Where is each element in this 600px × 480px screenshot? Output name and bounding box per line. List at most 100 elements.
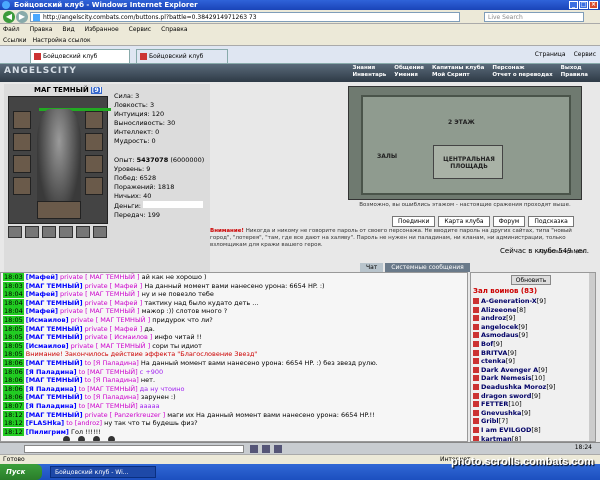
- tools-menu[interactable]: Сервис: [574, 50, 596, 60]
- menu-favorites[interactable]: Избранное: [85, 24, 119, 35]
- forward-button[interactable]: ▶: [16, 11, 28, 23]
- clear-icon[interactable]: [262, 445, 270, 453]
- effect-icon[interactable]: [25, 226, 39, 238]
- user-name[interactable]: A-Generation-X: [481, 297, 537, 305]
- user-row[interactable]: BRITVA[9]: [471, 349, 595, 358]
- map-central-square[interactable]: ЦЕНТРАЛЬНАЯ ПЛОЩАДЬ: [433, 145, 503, 179]
- chat-nick[interactable]: [МАГ ТЕМНЫЙ]: [26, 411, 83, 419]
- chat-nick[interactable]: [МАГ ТЕМНЫЙ]: [26, 376, 83, 384]
- taskbar-item-ie[interactable]: Бойцовский клуб - Wi...: [50, 466, 156, 478]
- chat-recipient[interactable]: private [ МАГ ТЕМНЫЙ ]: [71, 342, 151, 350]
- chat-recipient[interactable]: private [ МАГ ТЕМНЫЙ ]: [71, 316, 151, 324]
- chat-nick[interactable]: [МАГ ТЕМНЫЙ]: [26, 282, 83, 290]
- user-name[interactable]: I am EVILGOD: [481, 426, 531, 434]
- user-row[interactable]: Bof[9]: [471, 340, 595, 349]
- links-settings[interactable]: Настройка ссылок: [33, 35, 91, 45]
- chat-message-input[interactable]: [24, 445, 244, 453]
- chat-nick[interactable]: [МАГ ТЕМНЫЙ]: [26, 333, 83, 341]
- chat-nick[interactable]: [Исмаилов]: [26, 316, 69, 324]
- user-name[interactable]: Gnevushka: [481, 409, 521, 417]
- chat-recipient[interactable]: private [ Мафей ]: [85, 282, 143, 290]
- minimize-button[interactable]: _: [569, 1, 578, 9]
- effect-icon[interactable]: [93, 226, 107, 238]
- equipment-slot[interactable]: [13, 133, 31, 151]
- chat-nick[interactable]: [МАГ ТЕМНЫЙ]: [26, 299, 83, 307]
- chat-nick[interactable]: [Мафей]: [26, 290, 58, 298]
- refresh-button[interactable]: Обновить: [511, 275, 551, 285]
- user-name[interactable]: kartman: [481, 435, 512, 442]
- forum-button[interactable]: Форум: [492, 216, 526, 227]
- chat-nick[interactable]: [Я Паладина]: [26, 385, 77, 393]
- user-row[interactable]: angelocek[9]: [471, 323, 595, 332]
- effect-icon[interactable]: [42, 226, 56, 238]
- user-row[interactable]: Gnevushka[9]: [471, 409, 595, 418]
- equipment-slot[interactable]: [13, 177, 31, 195]
- user-row[interactable]: Dark Nemesis[10]: [471, 374, 595, 383]
- live-search-input[interactable]: Live Search: [484, 12, 584, 22]
- user-row[interactable]: kartman[8]: [471, 435, 595, 442]
- page-menu[interactable]: Страница: [535, 50, 566, 60]
- tab-combats-1[interactable]: Бойцовский клуб: [30, 49, 130, 63]
- user-row[interactable]: I am EVILGOD[8]: [471, 426, 595, 435]
- user-row[interactable]: Alizeeone[8]: [471, 306, 595, 315]
- character-avatar[interactable]: [8, 96, 111, 224]
- user-list-scrollbar[interactable]: [589, 273, 595, 441]
- chat-nick[interactable]: [МАГ ТЕМНЫЙ]: [26, 393, 83, 401]
- chat-recipient[interactable]: private [ Мафей ]: [85, 299, 143, 307]
- chat-recipient[interactable]: to [androz]: [66, 419, 102, 427]
- user-row[interactable]: Deadushka Moroz[9]: [471, 383, 595, 392]
- tab-chat[interactable]: Чат: [360, 263, 384, 272]
- chat-recipient[interactable]: private [ МАГ ТЕМНЫЙ ]: [60, 290, 140, 298]
- user-name[interactable]: dragon sword: [481, 392, 531, 400]
- chat-recipient[interactable]: to [МАГ ТЕМНЫЙ]: [79, 385, 138, 393]
- map-label-halls[interactable]: ЗАЛЫ: [377, 153, 397, 160]
- user-row[interactable]: Dark Avenger A[9]: [471, 366, 595, 375]
- tab-system-messages[interactable]: Системные сообщения: [385, 263, 470, 272]
- chat-nick[interactable]: [Пилигрим]: [26, 428, 69, 436]
- chat-nick[interactable]: [Исмаилов]: [26, 342, 69, 350]
- user-name[interactable]: Asmodaus: [481, 331, 519, 339]
- user-row[interactable]: Asmodaus[9]: [471, 331, 595, 340]
- chat-nick[interactable]: [МАГ ТЕМНЫЙ]: [26, 359, 83, 367]
- user-name[interactable]: Dark Nemesis: [481, 374, 532, 382]
- user-row[interactable]: Gribl[7]: [471, 417, 595, 426]
- user-name[interactable]: ctenka: [481, 357, 506, 365]
- chat-recipient[interactable]: to [Я Паладина]: [85, 359, 139, 367]
- chat-recipient[interactable]: private [ Мафей ]: [85, 325, 143, 333]
- user-name[interactable]: Dark Avenger A: [481, 366, 538, 374]
- club-map[interactable]: 2 ЭТАЖ ЗАЛЫ ЦЕНТРАЛЬНАЯ ПЛОЩАДЬ: [348, 86, 582, 200]
- user-name[interactable]: androz: [481, 314, 506, 322]
- user-row[interactable]: dragon sword[9]: [471, 392, 595, 401]
- user-name[interactable]: Gribl: [481, 417, 499, 425]
- chat-recipient[interactable]: to [МАГ ТЕМНЫЙ]: [79, 368, 138, 376]
- back-button[interactable]: ◀: [3, 11, 15, 23]
- topmenu-item[interactable]: Умения: [394, 72, 424, 78]
- chat-nick[interactable]: [МАГ ТЕМНЫЙ]: [26, 325, 83, 333]
- url-input[interactable]: http://angelscity.combats.com/buttons.pl…: [30, 12, 460, 22]
- equipment-slot[interactable]: [85, 177, 103, 195]
- start-button[interactable]: Пуск: [0, 464, 42, 480]
- chat-nick[interactable]: [Я Паладина]: [26, 402, 77, 410]
- effect-icon[interactable]: [8, 226, 22, 238]
- chat-recipient[interactable]: to [Я Паладина]: [85, 376, 139, 384]
- topmenu-item[interactable]: Общение: [394, 65, 424, 71]
- user-name[interactable]: Alizeeone: [481, 306, 517, 314]
- user-name[interactable]: Deadushka Moroz: [481, 383, 546, 391]
- user-name[interactable]: Bof: [481, 340, 493, 348]
- user-row[interactable]: androz[9]: [471, 314, 595, 323]
- equipment-slot[interactable]: [85, 155, 103, 173]
- smile-icon[interactable]: [250, 445, 258, 453]
- chat-recipient[interactable]: private [ МАГ ТЕМНЫЙ ]: [60, 307, 140, 315]
- topmenu-item[interactable]: Мой Скрипт: [432, 72, 484, 78]
- menu-tools[interactable]: Сервис: [129, 24, 151, 35]
- hint-button[interactable]: Подсказка: [528, 216, 574, 227]
- equipment-slot[interactable]: [85, 111, 103, 129]
- battles-button[interactable]: Поединки: [392, 216, 436, 227]
- menu-help[interactable]: Справка: [161, 24, 187, 35]
- chat-nick[interactable]: [Мафей]: [26, 307, 58, 315]
- chat-recipient[interactable]: private [ Исмаилов ]: [85, 333, 153, 341]
- topmenu-item[interactable]: Правила: [561, 72, 588, 78]
- user-name[interactable]: angelocek: [481, 323, 518, 331]
- user-name[interactable]: BRITVA: [481, 349, 507, 357]
- user-name[interactable]: FETTER: [481, 400, 508, 408]
